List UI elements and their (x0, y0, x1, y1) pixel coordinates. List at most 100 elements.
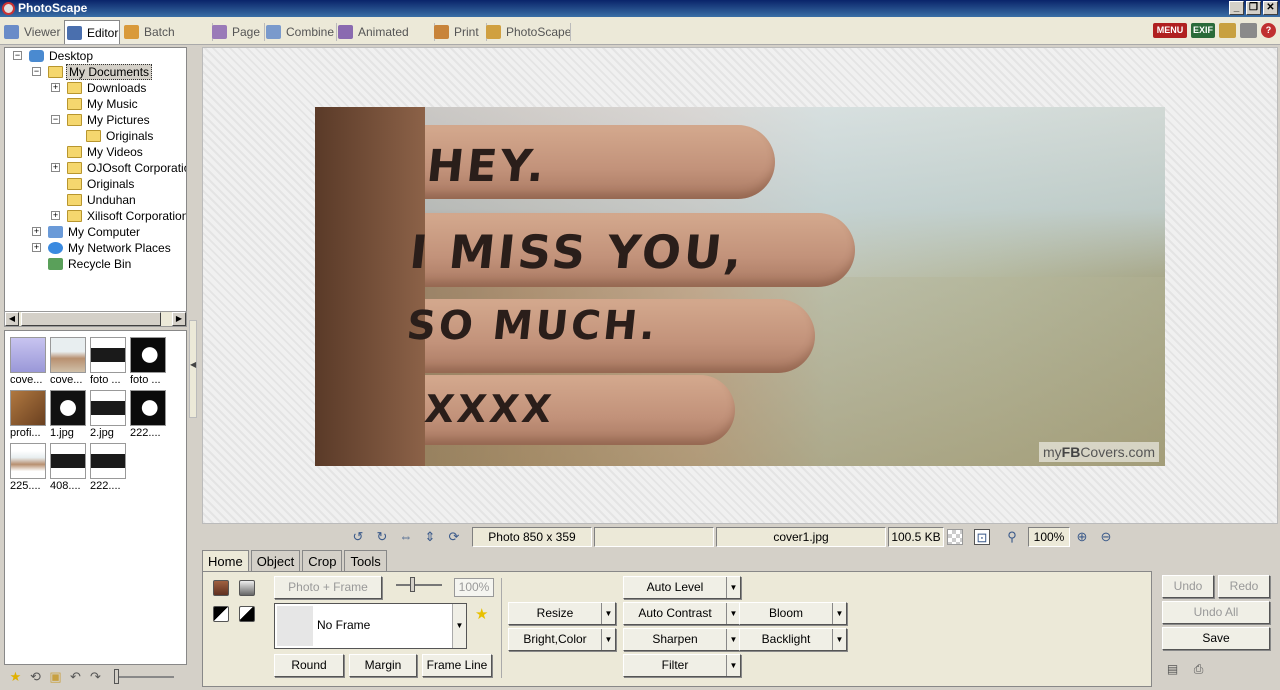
folder-open-icon[interactable]: ▣ (48, 670, 63, 684)
flip-horizontal-icon[interactable]: ⇔ (398, 529, 414, 545)
margin-button[interactable]: Margin (349, 654, 417, 677)
tab-page[interactable]: Page (210, 20, 265, 44)
chevron-down-icon[interactable]: ▼ (452, 604, 466, 648)
rotate-icon[interactable]: ⟲ (28, 670, 43, 684)
thumbnail-item[interactable]: foto ... (90, 337, 128, 387)
zoom-out-icon[interactable]: ⊖ (1098, 529, 1114, 545)
zoom-actual-icon[interactable]: ⚲ (1004, 529, 1020, 545)
frame-size-slider[interactable] (396, 577, 442, 592)
thumbnail-item[interactable]: 222.... (90, 443, 128, 493)
photo-invert-icon[interactable] (239, 606, 255, 622)
favorite-star-icon[interactable]: ★ (8, 670, 23, 684)
thumbnail-item[interactable]: cove... (10, 337, 48, 387)
tab-combine[interactable]: Combine (264, 20, 337, 44)
flip-vertical-icon[interactable]: ⇕ (422, 529, 438, 545)
collapse-icon[interactable]: − (13, 51, 22, 60)
panel-collapse-arrow-icon[interactable]: ◀ (190, 360, 196, 369)
filter-button[interactable]: Filter ▼ (623, 654, 741, 677)
slider-knob[interactable] (410, 577, 415, 592)
redo-button[interactable]: Redo (1218, 575, 1270, 598)
backlight-button[interactable]: Backlight ▼ (739, 628, 847, 651)
tab-photoscape[interactable]: PhotoScape (484, 20, 571, 44)
print-icon[interactable]: ⎙ (1190, 661, 1207, 677)
tab-home[interactable]: Home (202, 550, 249, 572)
thumbnail-size-slider[interactable] (114, 669, 174, 684)
frame-select[interactable]: No Frame ▼ (274, 603, 467, 649)
tab-print[interactable]: Print (432, 20, 487, 44)
thumbnail-item[interactable]: 2.jpg (90, 390, 128, 440)
scroll-thumb[interactable] (21, 312, 161, 326)
collapse-icon[interactable]: − (32, 67, 41, 76)
tab-crop[interactable]: Crop (302, 550, 343, 572)
bright-color-button[interactable]: Bright,Color ▼ (508, 628, 616, 651)
photo-gray-icon[interactable] (239, 580, 255, 596)
tab-editor[interactable]: Editor (64, 20, 120, 44)
undo-button[interactable]: Undo (1162, 575, 1214, 598)
zoom-in-icon[interactable]: ⊕ (1074, 529, 1090, 545)
help-button[interactable]: ? (1261, 23, 1276, 38)
chevron-down-icon[interactable]: ▼ (601, 629, 615, 650)
menu-button[interactable]: MENU (1153, 23, 1187, 38)
bloom-button[interactable]: Bloom ▼ (739, 602, 847, 625)
tree-horizontal-scrollbar[interactable]: ◀ ▶ (4, 311, 187, 327)
frame-percent[interactable]: 100% (454, 578, 494, 597)
thumbnail-item[interactable]: 225.... (10, 443, 48, 493)
chevron-down-icon[interactable]: ▼ (726, 629, 740, 650)
minimize-button[interactable]: _ (1229, 1, 1244, 15)
save-button[interactable]: Save (1162, 627, 1270, 650)
chevron-down-icon[interactable]: ▼ (832, 629, 846, 650)
tab-tools[interactable]: Tools (344, 550, 387, 572)
photo-color-icon[interactable] (213, 580, 229, 596)
tab-object[interactable]: Object (250, 550, 301, 572)
exif-button[interactable]: EXIF (1191, 23, 1215, 38)
round-button[interactable]: Round (274, 654, 344, 677)
thumbnail-item[interactable]: cove... (50, 337, 88, 387)
expand-icon[interactable]: + (32, 243, 41, 252)
refresh-icon[interactable]: ⟳ (446, 529, 462, 545)
tab-viewer[interactable]: Viewer (2, 20, 67, 44)
thumbnail-vertical-scrollbar[interactable] (189, 320, 197, 418)
sharpen-button[interactable]: Sharpen ▼ (623, 628, 741, 651)
frame-line-button[interactable]: Frame Line (422, 654, 492, 677)
thumbnail-item[interactable]: 1.jpg (50, 390, 88, 440)
fit-to-window-icon[interactable]: ⊡ (974, 529, 990, 545)
expand-icon[interactable]: + (51, 163, 60, 172)
expand-icon[interactable]: + (51, 83, 60, 92)
edited-photo[interactable]: HEY. I MISS YOU, SO MUCH. XXXX myFBCover… (315, 107, 1165, 466)
chevron-down-icon[interactable]: ▼ (832, 603, 846, 624)
transparency-checker-icon[interactable] (947, 529, 963, 545)
collapse-icon[interactable]: − (51, 115, 60, 124)
thumbnail-item[interactable]: 408.... (50, 443, 88, 493)
chevron-down-icon[interactable]: ▼ (726, 655, 740, 676)
maximize-button[interactable]: ❐ (1246, 1, 1261, 15)
window-layout-icon[interactable] (1240, 23, 1257, 38)
favorite-frame-star-icon[interactable]: ★ (475, 605, 488, 623)
chevron-down-icon[interactable]: ▼ (601, 603, 615, 624)
scroll-left-arrow-icon[interactable]: ◀ (5, 312, 19, 326)
thumbnail-item[interactable]: foto ... (130, 337, 168, 387)
rotate-right-icon[interactable]: ↻ (374, 529, 390, 545)
thumbnail-item[interactable]: 222.... (130, 390, 168, 440)
undo-all-button[interactable]: Undo All (1162, 601, 1270, 624)
scroll-right-arrow-icon[interactable]: ▶ (172, 312, 186, 326)
thumbnail-item[interactable]: profi... (10, 390, 48, 440)
tab-label: PhotoScape (506, 25, 572, 39)
tab-animated-gif[interactable]: Animated GIF (336, 20, 435, 63)
rotate-left-icon[interactable]: ↶ (68, 670, 83, 684)
rotate-right-icon[interactable]: ↷ (88, 670, 103, 684)
open-folder-icon[interactable] (1219, 23, 1236, 38)
resize-button[interactable]: Resize ▼ (508, 602, 616, 625)
auto-level-button[interactable]: Auto Level ▼ (623, 576, 741, 599)
document-icon[interactable]: ▤ (1164, 661, 1181, 677)
auto-contrast-button[interactable]: Auto Contrast ▼ (623, 602, 741, 625)
tab-batch-editor[interactable]: Batch Editor (122, 20, 213, 63)
slider-knob[interactable] (114, 669, 119, 684)
photo-frame-button[interactable]: Photo + Frame (274, 576, 382, 599)
chevron-down-icon[interactable]: ▼ (726, 603, 740, 624)
close-button[interactable]: ✕ (1263, 1, 1278, 15)
chevron-down-icon[interactable]: ▼ (726, 577, 740, 598)
expand-icon[interactable]: + (51, 211, 60, 220)
expand-icon[interactable]: + (32, 227, 41, 236)
rotate-left-icon[interactable]: ↺ (350, 529, 366, 545)
photo-bw-icon[interactable] (213, 606, 229, 622)
